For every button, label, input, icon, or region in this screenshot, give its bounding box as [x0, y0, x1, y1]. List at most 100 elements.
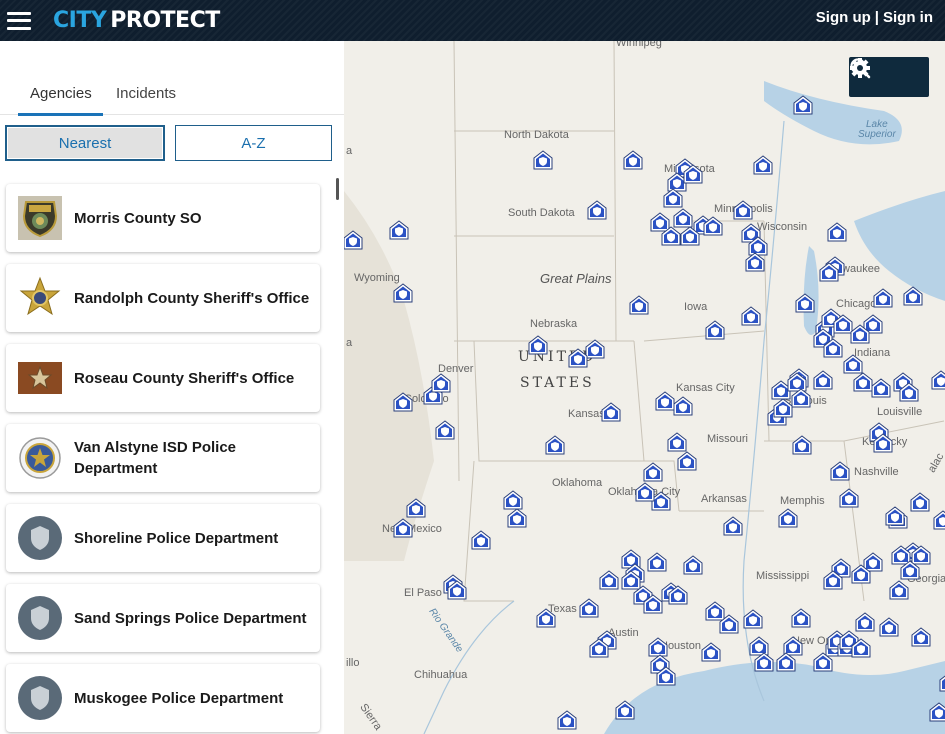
agency-pin-icon[interactable] [744, 251, 766, 273]
agency-pin-icon[interactable] [544, 434, 566, 456]
sort-nearest-button[interactable]: Nearest [5, 125, 165, 161]
agency-pin-icon[interactable] [567, 347, 589, 369]
agency-pin-icon[interactable] [849, 323, 871, 345]
tab-agencies[interactable]: Agencies [30, 85, 92, 102]
gold-star-badge-icon [18, 276, 62, 320]
agency-pin-icon[interactable] [909, 491, 931, 513]
agency-card[interactable]: Shoreline Police Department [6, 504, 320, 572]
agency-pin-icon[interactable] [598, 569, 620, 591]
agency-pin-icon[interactable] [812, 651, 834, 673]
agency-pin-icon[interactable] [772, 397, 794, 419]
agency-pin-icon[interactable] [392, 517, 414, 539]
agency-pin-icon[interactable] [679, 225, 701, 247]
agency-pin-icon[interactable] [702, 215, 724, 237]
agency-pin-icon[interactable] [899, 559, 921, 581]
agency-pin-icon[interactable] [646, 551, 668, 573]
agency-map[interactable]: Winnipeg North Dakota South Dakota Minne… [344, 41, 945, 734]
agency-pin-icon[interactable] [682, 163, 704, 185]
agency-pin-icon[interactable] [430, 372, 452, 394]
default-badge-icon [18, 516, 62, 560]
agency-card[interactable]: Roseau County Sheriff's Office [6, 344, 320, 412]
agency-pin-icon[interactable] [884, 505, 906, 527]
agency-pin-icon[interactable] [586, 199, 608, 221]
agency-pin-icon[interactable] [642, 593, 664, 615]
agency-pin-icon[interactable] [634, 481, 656, 503]
agency-pin-icon[interactable] [818, 261, 840, 283]
agency-pin-icon[interactable] [676, 450, 698, 472]
agency-pin-icon[interactable] [790, 607, 812, 629]
agency-pin-icon[interactable] [753, 651, 775, 673]
agency-pin-icon[interactable] [740, 305, 762, 327]
agency-pin-icon[interactable] [898, 381, 920, 403]
agency-pin-icon[interactable] [722, 515, 744, 537]
agency-pin-icon[interactable] [667, 584, 689, 606]
agency-pin-icon[interactable] [794, 292, 816, 314]
agency-pin-icon[interactable] [792, 94, 814, 116]
agency-pin-icon[interactable] [822, 569, 844, 591]
tab-incidents[interactable]: Incidents [116, 85, 176, 102]
agency-pin-icon[interactable] [872, 432, 894, 454]
agency-card[interactable]: Sand Springs Police Department [6, 584, 320, 652]
agency-pin-icon[interactable] [405, 497, 427, 519]
agency-pin-icon[interactable] [850, 637, 872, 659]
agency-pin-icon[interactable] [888, 579, 910, 601]
agency-card[interactable]: Randolph County Sheriff's Office [6, 264, 320, 332]
agency-pin-icon[interactable] [622, 149, 644, 171]
agency-pin-icon[interactable] [600, 401, 622, 423]
agency-pin-icon[interactable] [392, 282, 414, 304]
agency-pin-icon[interactable] [527, 334, 549, 356]
agency-pin-icon[interactable] [662, 187, 684, 209]
agency-pin-icon[interactable] [902, 285, 924, 307]
agency-pin-icon[interactable] [870, 377, 892, 399]
agency-pin-icon[interactable] [752, 154, 774, 176]
agency-pin-icon[interactable] [344, 229, 364, 251]
agency-pin-icon[interactable] [588, 637, 610, 659]
signup-link[interactable]: Sign up [816, 9, 871, 26]
agency-pin-icon[interactable] [872, 287, 894, 309]
agency-pin-icon[interactable] [446, 579, 468, 601]
list-scrollbar[interactable] [336, 178, 339, 200]
agency-pin-icon[interactable] [822, 337, 844, 359]
agency-pin-icon[interactable] [777, 507, 799, 529]
agency-pin-icon[interactable] [506, 507, 528, 529]
agency-pin-icon[interactable] [434, 419, 456, 441]
agency-pin-icon[interactable] [732, 199, 754, 221]
signin-link[interactable]: Sign in [883, 9, 933, 26]
agency-pin-icon[interactable] [704, 319, 726, 341]
agency-pin-icon[interactable] [938, 671, 945, 693]
agency-pin-icon[interactable] [932, 509, 945, 531]
agency-pin-icon[interactable] [672, 395, 694, 417]
agency-pin-icon[interactable] [655, 665, 677, 687]
agency-pin-icon[interactable] [578, 597, 600, 619]
agency-pin-icon[interactable] [532, 149, 554, 171]
agency-pin-icon[interactable] [910, 626, 932, 648]
cityprotect-logo[interactable]: CITY PROTECT [53, 8, 220, 33]
agency-pin-icon[interactable] [838, 487, 860, 509]
agency-pin-icon[interactable] [775, 651, 797, 673]
agency-pin-icon[interactable] [930, 369, 945, 391]
agency-card[interactable]: Van Alstyne ISD Police Department [6, 424, 320, 492]
agency-pin-icon[interactable] [700, 641, 722, 663]
agency-pin-icon[interactable] [614, 699, 636, 721]
agency-pin-icon[interactable] [392, 391, 414, 413]
sort-az-button[interactable]: A-Z [175, 125, 332, 161]
agency-pin-icon[interactable] [878, 616, 900, 638]
agency-pin-icon[interactable] [682, 554, 704, 576]
agency-pin-icon[interactable] [829, 460, 851, 482]
agency-pin-icon[interactable] [928, 701, 945, 723]
agency-pin-icon[interactable] [642, 461, 664, 483]
agency-pin-icon[interactable] [388, 219, 410, 241]
agency-pin-icon[interactable] [850, 563, 872, 585]
agency-pin-icon[interactable] [742, 608, 764, 630]
agency-card[interactable]: Muskogee Police Department [6, 664, 320, 732]
agency-pin-icon[interactable] [826, 221, 848, 243]
agency-pin-icon[interactable] [535, 607, 557, 629]
menu-icon[interactable] [7, 11, 31, 30]
agency-pin-icon[interactable] [812, 369, 834, 391]
agency-pin-icon[interactable] [470, 529, 492, 551]
agency-pin-icon[interactable] [791, 434, 813, 456]
agency-pin-icon[interactable] [556, 709, 578, 731]
agency-pin-icon[interactable] [718, 613, 740, 635]
agency-pin-icon[interactable] [628, 294, 650, 316]
agency-card[interactable]: Morris County SO [6, 184, 320, 252]
